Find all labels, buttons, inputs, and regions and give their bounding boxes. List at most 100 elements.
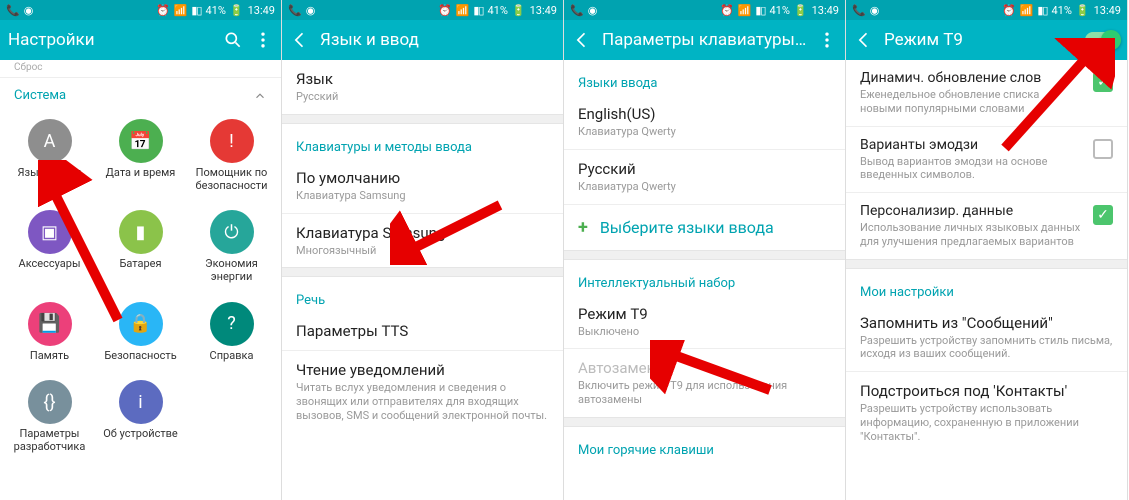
wifi-icon: 📶 xyxy=(1020,4,1034,17)
signal-icon: ▮▯ xyxy=(1037,4,1047,17)
viber-icon: ◉ xyxy=(588,4,598,17)
english-label: English(US) xyxy=(578,105,831,123)
item-emoji-variants[interactable]: Варианты эмодзи Вывод вариантов эмодзи н… xyxy=(846,127,1127,193)
grid-icon: ⏻ xyxy=(210,210,254,254)
signal-icon: ▮▯ xyxy=(473,4,483,17)
alarm-icon: ⏰ xyxy=(438,4,452,17)
item-tts[interactable]: Параметры TTS xyxy=(282,312,563,350)
battery-icon: 🔋 xyxy=(512,4,526,17)
grid-icon: {} xyxy=(28,380,72,424)
add-input-language[interactable]: + Выберите языки ввода xyxy=(564,205,845,250)
battery-icon: 🔋 xyxy=(230,4,244,17)
samsung-value: Многоязычный xyxy=(296,244,549,258)
grid-item-6[interactable]: 💾 Память xyxy=(4,298,95,367)
clock: 13:49 xyxy=(1094,4,1121,17)
item-samsung-kbd[interactable]: Клавиатура Samsung Многоязычный xyxy=(282,214,563,268)
default-label: По умолчанию xyxy=(296,169,549,187)
emoji-desc: Вывод вариантов эмодзи на основе введенн… xyxy=(860,155,1083,183)
phone-icon: 📞 xyxy=(6,4,20,17)
grid-item-9[interactable]: {} Параметры разработчика xyxy=(4,376,95,457)
grid-icon: 🔒 xyxy=(119,302,163,346)
personalized-checkbox[interactable]: ✓ xyxy=(1093,205,1113,225)
grid-item-10[interactable]: i Об устройстве xyxy=(95,376,186,457)
section-label: Система xyxy=(14,88,66,103)
language-label: Язык xyxy=(296,70,549,88)
plus-icon: + xyxy=(578,217,588,238)
section-system[interactable]: Система xyxy=(0,77,281,109)
item-t9-mode[interactable]: Режим T9 Выключено xyxy=(564,295,845,349)
status-bar: 📞 ◉ ⏰ 📶 ▮▯ 41% 🔋 13:49 xyxy=(0,0,281,20)
grid-icon: i xyxy=(119,380,163,424)
page-title: Режим T9 xyxy=(884,30,1075,50)
t9-value: Выключено xyxy=(578,325,831,339)
grid-label: Батарея xyxy=(119,258,161,271)
item-language[interactable]: Язык Русский xyxy=(282,60,563,114)
back-icon[interactable] xyxy=(854,30,874,50)
battery-pct: 41% xyxy=(1051,4,1071,17)
back-icon[interactable] xyxy=(572,30,592,50)
russian-label: Русский xyxy=(578,160,831,178)
dynamic-checkbox[interactable]: ✓ xyxy=(1093,72,1113,92)
emoji-checkbox[interactable] xyxy=(1093,139,1113,159)
grid-label: Безопасность xyxy=(104,350,176,363)
grid-label: Параметры разработчика xyxy=(6,428,93,453)
grid-label: Экономия энергии xyxy=(188,258,275,283)
remember-msg-desc: Разрешить устройству запомнить стиль пис… xyxy=(860,334,1113,362)
chevron-up-icon xyxy=(253,89,267,103)
section-my-settings: Мои настройки xyxy=(846,269,1127,304)
signal-icon: ▮▯ xyxy=(191,4,201,17)
appbar-settings: Настройки xyxy=(0,20,281,60)
dynamic-label: Динамич. обновление слов xyxy=(860,70,1083,86)
grid-icon: ▣ xyxy=(28,210,72,254)
personalized-desc: Использование личных языковых данных для… xyxy=(860,221,1083,249)
item-remember-messages[interactable]: Запомнить из "Сообщений" Разрешить устро… xyxy=(846,304,1127,372)
tts-label: Параметры TTS xyxy=(296,322,549,340)
alarm-icon: ⏰ xyxy=(720,4,734,17)
appbar-lang-input: Язык и ввод xyxy=(282,20,563,60)
section-smart-typing: Интеллектуальный набор xyxy=(564,260,845,295)
grid-icon: ? xyxy=(210,302,254,346)
section-input-langs: Языки ввода xyxy=(564,60,845,95)
phone-icon: 📞 xyxy=(570,4,584,17)
grid-label: Память xyxy=(30,350,69,363)
alarm-icon: ⏰ xyxy=(1002,4,1016,17)
grid-item-1[interactable]: 📅Дата и время xyxy=(95,115,186,196)
prev-section-crumb: Сброс xyxy=(0,60,281,77)
search-icon[interactable] xyxy=(223,30,243,50)
language-value: Русский xyxy=(296,90,549,104)
item-default-kbd[interactable]: По умолчанию Клавиатура Samsung xyxy=(282,159,563,213)
viber-icon: ◉ xyxy=(24,4,34,17)
status-bar: 📞◉ ⏰📶 ▮▯ 41% 🔋 13:49 xyxy=(564,0,845,20)
grid-item-2[interactable]: !Помощник по безопасности xyxy=(186,115,277,196)
t9-master-toggle[interactable] xyxy=(1085,32,1119,48)
item-russian[interactable]: Русский Клавиатура Qwerty xyxy=(564,150,845,204)
grid-item-7[interactable]: 🔒 Безопасность xyxy=(95,298,186,367)
grid-item-0[interactable]: AЯзык и ввод xyxy=(4,115,95,196)
overflow-icon[interactable] xyxy=(253,30,273,50)
wifi-icon: 📶 xyxy=(738,4,752,17)
item-read-notifications[interactable]: Чтение уведомлений Читать вслух уведомле… xyxy=(282,351,563,432)
grid-item-4[interactable]: ▮Батарея xyxy=(95,206,186,287)
grid-label: Справка xyxy=(210,350,254,363)
grid-item-8[interactable]: ? Справка xyxy=(186,298,277,367)
page-title: Параметры клавиатуры... xyxy=(602,30,807,50)
back-icon[interactable] xyxy=(290,30,310,50)
english-sub: Клавиатура Qwerty xyxy=(578,125,831,139)
grid-item-3[interactable]: ▣Аксессуары xyxy=(4,206,95,287)
item-personalized-data[interactable]: Персонализир. данные Использование личны… xyxy=(846,193,1127,259)
grid-icon: ! xyxy=(210,119,254,163)
overflow-icon[interactable] xyxy=(817,30,837,50)
grid-icon: 💾 xyxy=(28,302,72,346)
alarm-icon: ⏰ xyxy=(156,4,170,17)
grid-icon: 📅 xyxy=(119,119,163,163)
item-english[interactable]: English(US) Клавиатура Qwerty xyxy=(564,95,845,149)
grid-label: Язык и ввод xyxy=(18,167,82,180)
viber-icon: ◉ xyxy=(306,4,316,17)
grid-item-5[interactable]: ⏻ Экономия энергии xyxy=(186,206,277,287)
battery-pct: 41% xyxy=(769,4,789,17)
battery-pct: 41% xyxy=(487,4,507,17)
item-autocorrect: Автозамена Включить режим T9 для использ… xyxy=(564,349,845,417)
item-adapt-contacts[interactable]: Подстроиться под 'Контакты' Разрешить ус… xyxy=(846,372,1127,453)
item-dynamic-update[interactable]: Динамич. обновление слов Еженедельное об… xyxy=(846,60,1127,126)
grid-label: Об устройстве xyxy=(103,428,178,441)
